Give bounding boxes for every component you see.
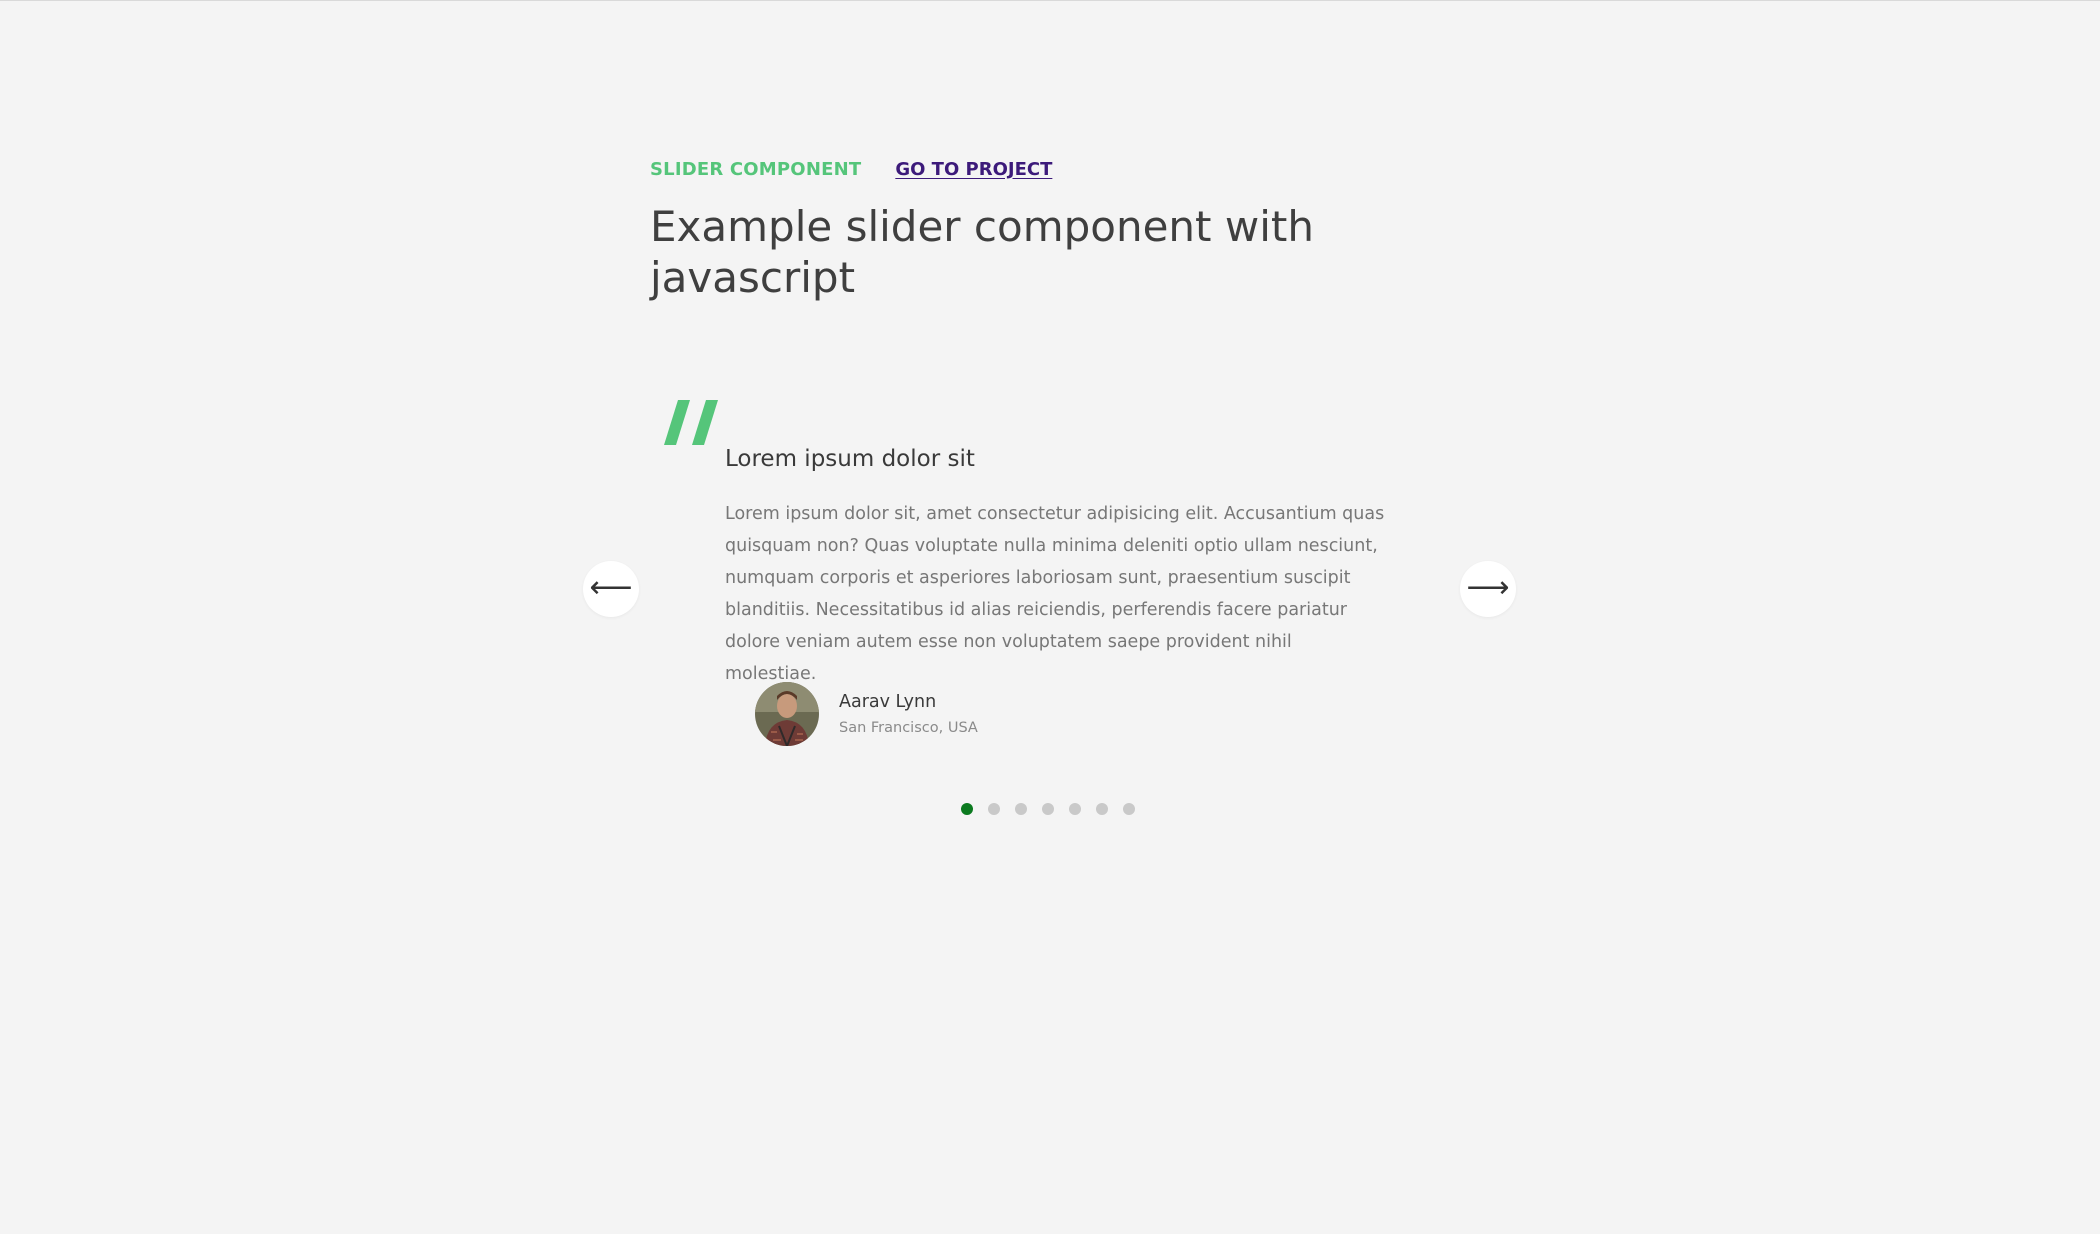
page-title: Example slider component with javascript — [650, 202, 1314, 302]
slide-title: Lorem ipsum dolor sit — [725, 446, 975, 472]
slide-text: Lorem ipsum dolor sit, amet consectetur … — [725, 504, 1385, 684]
page-header: SLIDER COMPONENT GO TO PROJECT Example s… — [650, 155, 1450, 303]
author-name: Aarav Lynn — [839, 692, 937, 712]
slider-dot[interactable] — [1069, 803, 1081, 815]
header-meta: SLIDER COMPONENT GO TO PROJECT — [650, 155, 1450, 183]
slider-dot[interactable] — [1123, 803, 1135, 815]
arrow-left-icon: ⟵ — [589, 569, 633, 605]
page: SLIDER COMPONENT GO TO PROJECT Example s… — [0, 0, 2100, 1234]
avatar — [755, 682, 819, 746]
slider-dot[interactable] — [961, 803, 973, 815]
prev-slide-button[interactable]: ⟵ — [583, 561, 639, 617]
slider-dot[interactable] — [1096, 803, 1108, 815]
avatar-image — [755, 682, 819, 746]
quote-icon — [664, 400, 718, 445]
slider-dots — [961, 803, 1135, 815]
next-slide-button[interactable]: ⟶ — [1460, 561, 1516, 617]
arrow-right-icon: ⟶ — [1466, 569, 1510, 605]
slider-dot[interactable] — [1042, 803, 1054, 815]
author-details: Aarav Lynn San Francisco, USA — [839, 692, 978, 736]
author-location: San Francisco, USA — [839, 720, 978, 736]
slider-dot[interactable] — [988, 803, 1000, 815]
slide-author: Aarav Lynn San Francisco, USA — [755, 682, 978, 746]
go-to-project-link[interactable]: GO TO PROJECT — [895, 159, 1052, 180]
testimonial-slider: ⟵ Lorem ipsum dolor sit Lorem ipsum dolo… — [580, 390, 1520, 840]
slider-dot[interactable] — [1015, 803, 1027, 815]
component-tag: SLIDER COMPONENT — [650, 158, 862, 180]
